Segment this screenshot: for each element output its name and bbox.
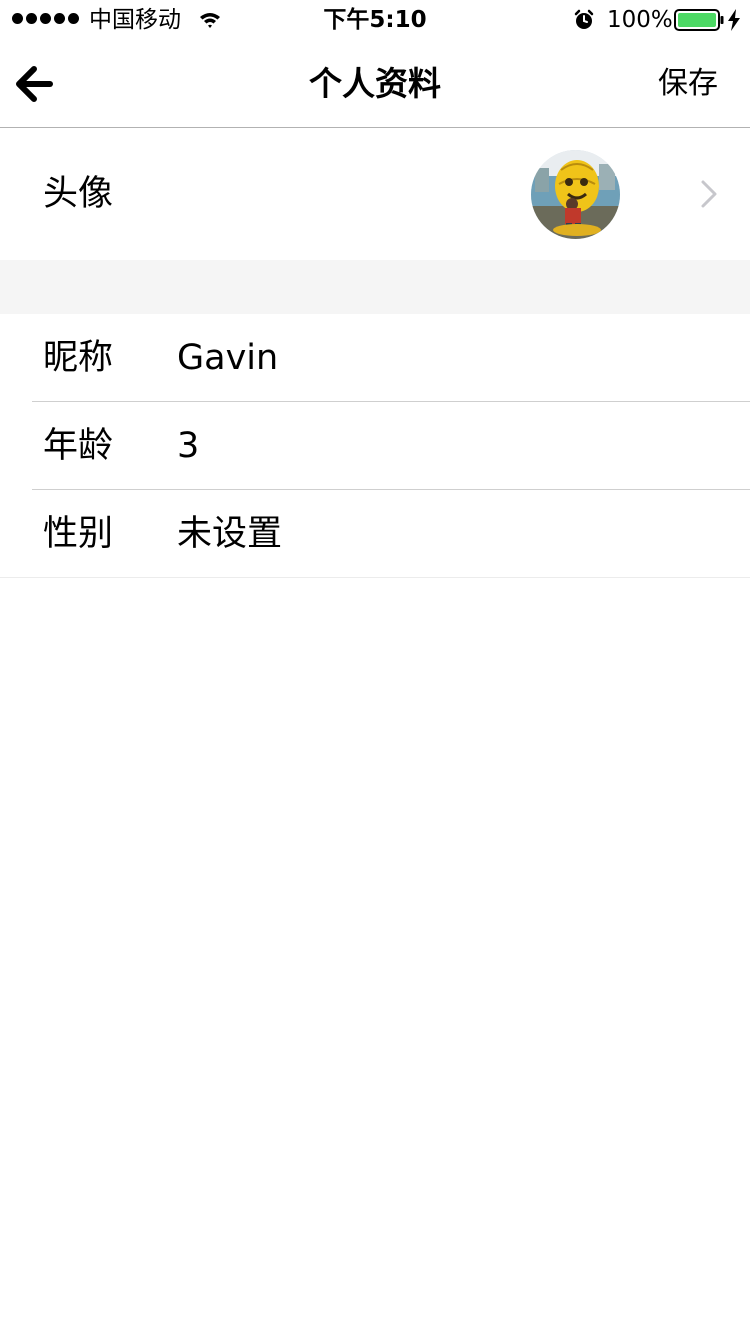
navigation-bar: 个人资料 保存 [0, 40, 750, 128]
row-divider [0, 577, 750, 578]
gender-value[interactable]: 未设置 [177, 514, 282, 554]
page-title: 个人资料 [309, 64, 441, 103]
avatar-row[interactable]: 头像 [0, 129, 750, 260]
alarm-clock-icon [574, 9, 594, 29]
chevron-right-icon [701, 180, 717, 208]
avatar-label: 头像 [43, 174, 114, 214]
gender-label: 性别 [43, 514, 114, 554]
age-value[interactable]: 3 [177, 426, 199, 466]
avatar[interactable] [531, 150, 620, 239]
nickname-row[interactable]: 昵称 Gavin [0, 314, 750, 402]
age-row[interactable]: 年龄 3 [0, 402, 750, 490]
status-bar: 中国移动 下午5:10 100% [0, 0, 750, 40]
nickname-label: 昵称 [43, 338, 114, 378]
battery-icon [674, 9, 724, 31]
charging-bolt-icon [728, 9, 740, 31]
section-separator [0, 260, 750, 314]
save-button[interactable]: 保存 [658, 64, 718, 104]
avatar-photo [531, 150, 620, 239]
battery-percent: 100% [607, 7, 673, 33]
gender-row[interactable]: 性别 未设置 [0, 490, 750, 578]
nickname-value[interactable]: Gavin [177, 338, 278, 378]
profile-field-list: 昵称 Gavin 年龄 3 性别 未设置 [0, 314, 750, 578]
age-label: 年龄 [43, 426, 114, 466]
